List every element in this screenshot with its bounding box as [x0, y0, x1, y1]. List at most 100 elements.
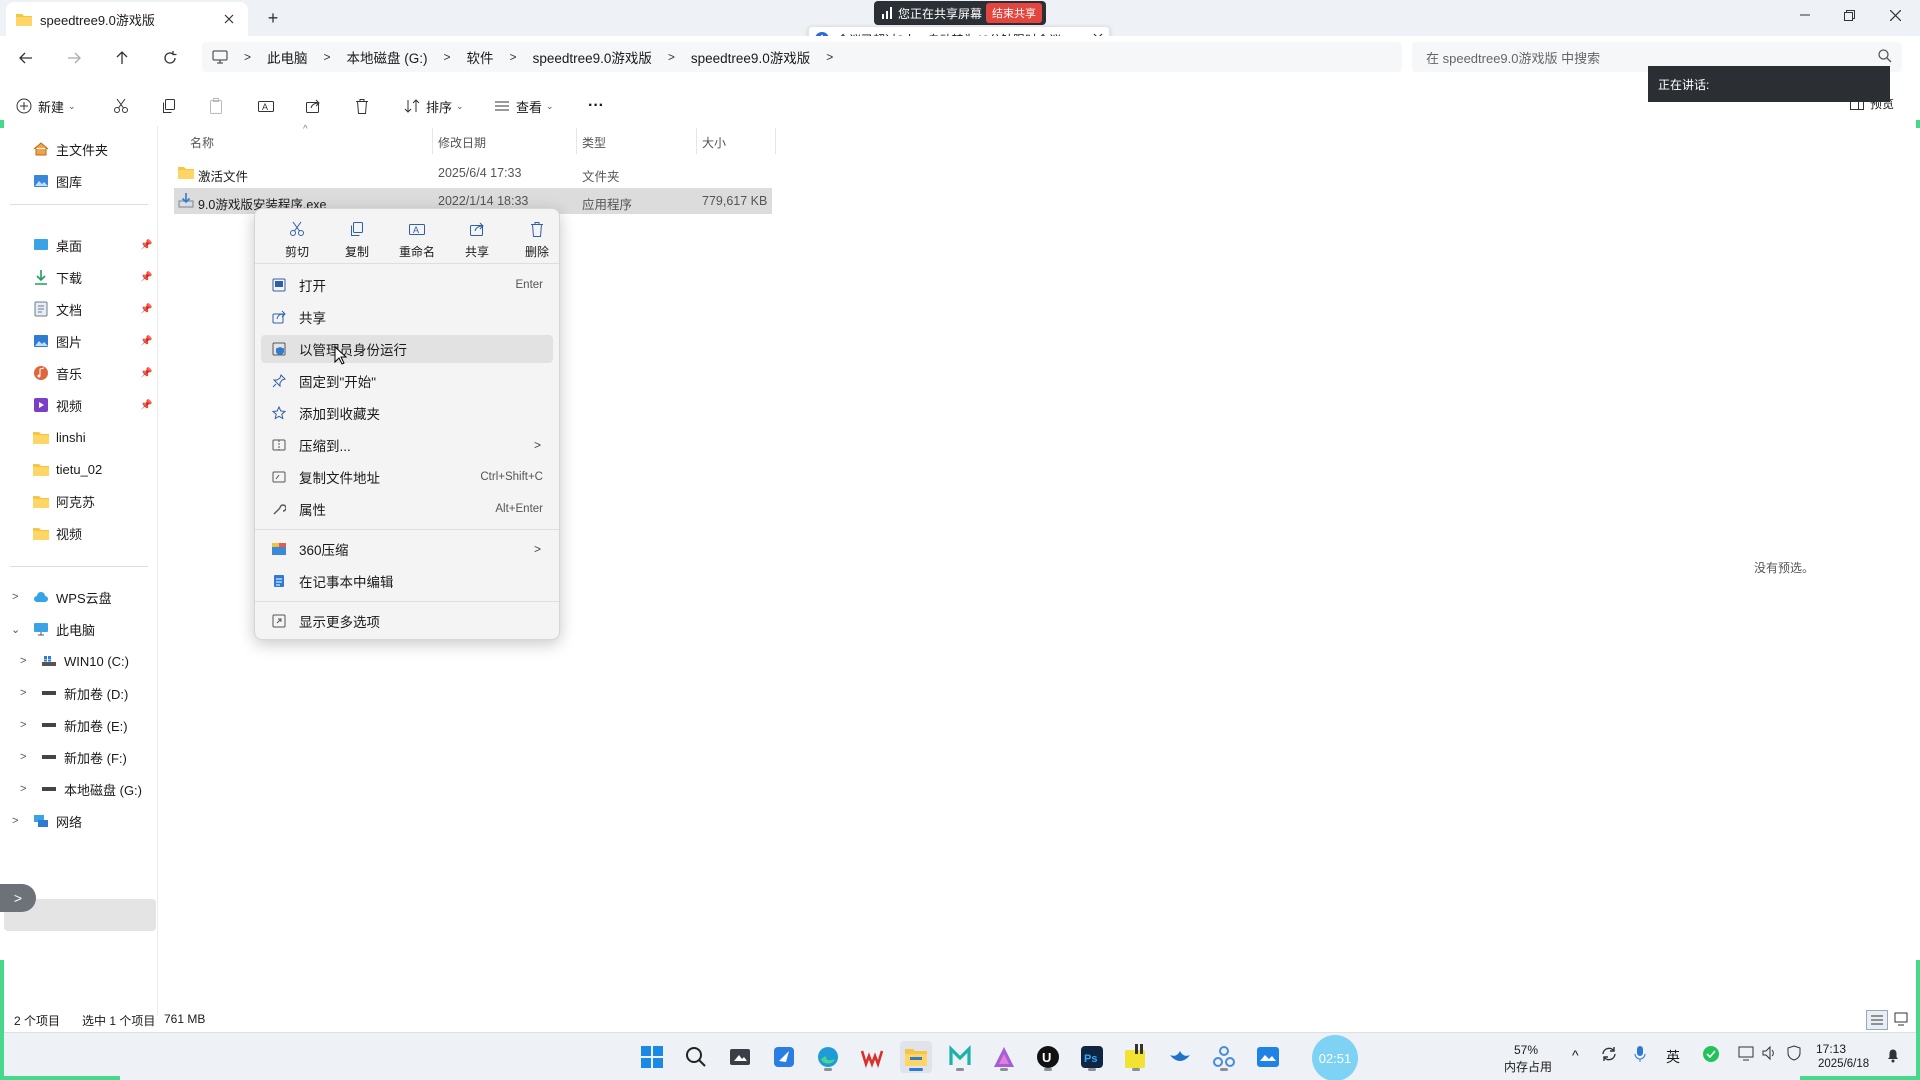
breadcrumb-software[interactable]: 软件 [467, 47, 494, 67]
cut-button[interactable] [113, 94, 129, 118]
taskbar-app-m[interactable] [944, 1041, 976, 1073]
column-header-type[interactable]: 类型 [582, 134, 606, 151]
share-button[interactable] [305, 94, 321, 118]
sort-button[interactable]: 排序 ⌄ [404, 94, 464, 118]
sidebar-item-video-folder[interactable]: 视频 [32, 520, 82, 546]
shield-icon[interactable] [1786, 1045, 1802, 1064]
restore-button[interactable] [1826, 0, 1872, 30]
breadcrumb-speedtree-parent[interactable]: speedtree9.0游戏版 [533, 47, 652, 67]
column-separator[interactable] [576, 128, 577, 154]
column-header-name[interactable]: 名称 [190, 134, 214, 151]
new-button[interactable]: 新建 ⌄ [16, 94, 76, 118]
wechat-icon[interactable] [1702, 1045, 1720, 1066]
taskbar-app-edge[interactable] [812, 1041, 844, 1073]
delete-action[interactable]: 删除 [513, 217, 561, 267]
file-row[interactable]: 激活文件 2025/6/4 17:33 文件夹 [174, 160, 772, 186]
back-button[interactable] [14, 46, 38, 70]
sidebar-item-gallery[interactable]: 图库 [32, 168, 82, 194]
taskbar-app-photoshop[interactable]: Ps [1076, 1041, 1108, 1073]
tiles-view-button[interactable] [1894, 1012, 1908, 1029]
sidebar-item-drive-e[interactable]: 新加卷 (E:) [40, 712, 128, 738]
network-status-icon[interactable] [1738, 1045, 1756, 1064]
copy-button[interactable] [161, 94, 177, 118]
chevron-right-icon[interactable]: > [20, 687, 26, 699]
chevron-right-icon[interactable]: > [12, 591, 18, 603]
chevron-right-icon[interactable]: > [20, 751, 26, 763]
taskbar-app-bird[interactable] [1164, 1041, 1196, 1073]
chevron-right-icon[interactable]: > [20, 719, 26, 731]
taskbar-app-unreal[interactable]: U [1032, 1041, 1064, 1073]
menu-item-show-more[interactable]: 显示更多选项 [261, 607, 553, 635]
taskbar-app-player[interactable] [1120, 1041, 1152, 1073]
minimize-button[interactable] [1782, 0, 1828, 30]
sidebar-item-tietu[interactable]: tietu_02 [32, 456, 102, 482]
taskbar-app-network-tool[interactable] [1208, 1041, 1240, 1073]
ime-indicator[interactable]: 英 [1666, 1047, 1680, 1067]
new-tab-button[interactable]: + [262, 7, 284, 29]
column-separator[interactable] [775, 128, 776, 154]
more-options-button[interactable]: ··· [588, 94, 604, 118]
menu-item-share[interactable]: 共享 [261, 303, 553, 331]
cut-action[interactable]: 剪切 [273, 217, 321, 267]
sidebar-item-wps-cloud[interactable]: WPS云盘 [32, 584, 112, 610]
menu-item-add-favorite[interactable]: 添加到收藏夹 [261, 399, 553, 427]
refresh-button[interactable] [158, 46, 182, 70]
breadcrumb-drive-g[interactable]: 本地磁盘 (G:) [347, 47, 428, 67]
sidebar-item-network[interactable]: 网络 [32, 808, 82, 834]
details-view-button[interactable] [1866, 1010, 1888, 1030]
start-button[interactable] [636, 1041, 668, 1073]
breadcrumb-this-pc[interactable]: 此电脑 [267, 47, 308, 67]
menu-item-copy-path[interactable]: 复制文件地址 Ctrl+Shift+C [261, 463, 553, 491]
close-window-button[interactable] [1872, 0, 1918, 30]
clock-time[interactable]: 17:13 [1816, 1042, 1846, 1056]
show-hidden-icons-chevron-up-icon[interactable]: ^ [1572, 1047, 1579, 1063]
meeting-timer[interactable]: 02:51 [1312, 1035, 1358, 1080]
sidebar-item-downloads[interactable]: 下载 [32, 264, 82, 290]
delete-button[interactable] [354, 94, 370, 118]
column-separator[interactable] [432, 128, 433, 154]
copy-action[interactable]: 复制 [333, 217, 381, 267]
taskbar-app-meeting[interactable] [1252, 1041, 1284, 1073]
sidebar-item-linshi[interactable]: linshi [32, 424, 86, 450]
taskbar-app-wps[interactable] [856, 1041, 888, 1073]
taskbar-search-button[interactable] [680, 1041, 712, 1073]
sidebar-item-music[interactable]: 音乐 [32, 360, 82, 386]
paste-button[interactable] [208, 94, 224, 118]
taskbar-app-substance[interactable] [988, 1041, 1020, 1073]
up-button[interactable] [110, 46, 134, 70]
rename-action[interactable]: A 重命名 [393, 217, 441, 267]
sync-icon[interactable] [1600, 1045, 1618, 1066]
sidebar-item-home[interactable]: 主文件夹 [32, 136, 108, 162]
menu-item-compress-to[interactable]: 压缩到... > [261, 431, 553, 459]
menu-item-properties[interactable]: 属性 Alt+Enter [261, 495, 553, 523]
end-share-button[interactable]: 结束共享 [986, 3, 1042, 23]
sidebar-item-this-pc[interactable]: 此电脑 [32, 616, 95, 642]
chevron-right-icon[interactable]: > [20, 655, 26, 667]
menu-item-open[interactable]: 打开 Enter [261, 271, 553, 299]
view-button[interactable]: 查看 ⌄ [494, 94, 554, 118]
sidebar-item-drive-d[interactable]: 新加卷 (D:) [40, 680, 128, 706]
microphone-icon[interactable] [1634, 1045, 1646, 1066]
taskbar-app-feishu[interactable] [768, 1041, 800, 1073]
breadcrumb-speedtree-current[interactable]: speedtree9.0游戏版 [691, 47, 810, 67]
sidebar-item-desktop[interactable]: 桌面 [32, 232, 82, 258]
close-tab-icon[interactable] [220, 10, 238, 28]
chevron-right-icon[interactable]: > [20, 783, 26, 795]
sidebar-item-drive-f[interactable]: 新加卷 (F:) [40, 744, 127, 770]
sidebar-item-drive-c[interactable]: WIN10 (C:) [40, 648, 129, 674]
column-header-size[interactable]: 大小 [702, 134, 726, 151]
menu-item-run-as-admin[interactable]: 以管理员身份运行 [261, 335, 553, 363]
clock-date[interactable]: 2025/6/18 [1818, 1058, 1869, 1070]
forward-button[interactable] [62, 46, 86, 70]
menu-item-360-compress[interactable]: 360压缩 > [261, 535, 553, 563]
taskbar-app-file-explorer[interactable] [900, 1041, 932, 1073]
column-separator[interactable] [696, 128, 697, 154]
menu-item-edit-notepad[interactable]: 在记事本中编辑 [261, 567, 553, 595]
menu-item-pin-start[interactable]: 固定到"开始" [261, 367, 553, 395]
chevron-right-icon[interactable]: > [12, 815, 18, 827]
share-action[interactable]: 共享 [453, 217, 501, 267]
tab-current[interactable]: speedtree9.0游戏版 [6, 2, 248, 36]
sidebar-item-drive-g[interactable]: 本地磁盘 (G:) [40, 776, 142, 802]
column-header-modified[interactable]: 修改日期 [438, 134, 486, 151]
expand-panel-button[interactable]: > [0, 884, 36, 912]
